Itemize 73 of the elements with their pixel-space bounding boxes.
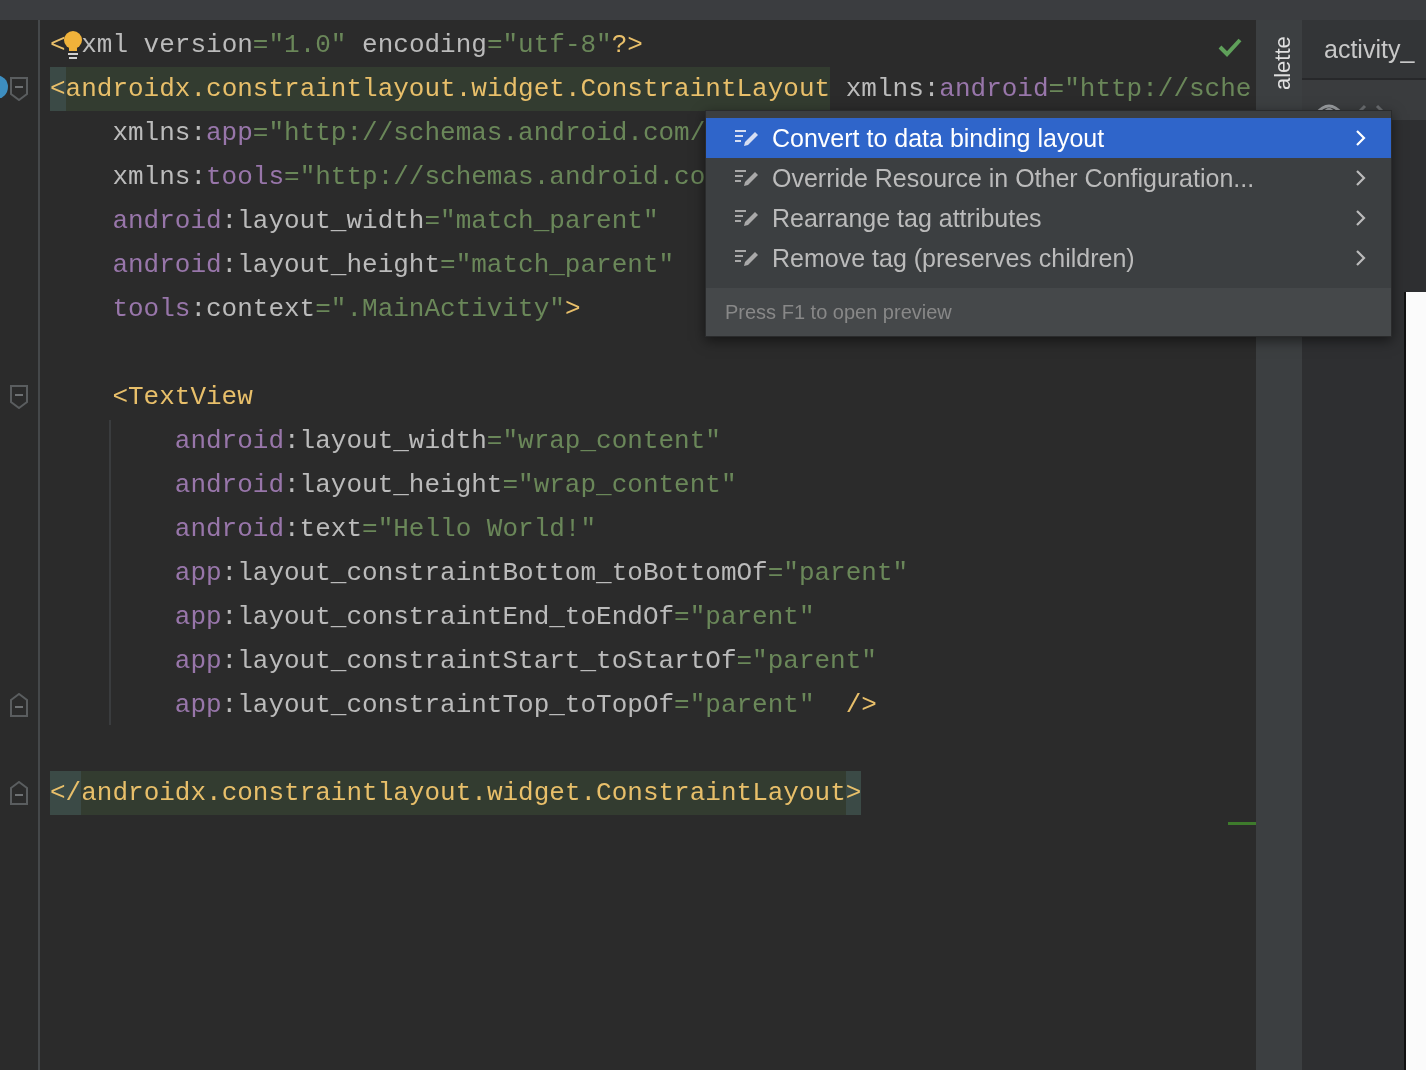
code-token: app [174, 645, 222, 678]
code-token: ="match_parent" [424, 205, 659, 238]
chevron-icon [1355, 129, 1367, 147]
code-token: ="match_parent" [440, 249, 675, 282]
code-token: ="parent" [674, 689, 815, 722]
code-token: ="utf-8" [486, 29, 612, 62]
code-token: xml version [81, 29, 253, 62]
code-token: ="wrap_content" [502, 469, 737, 502]
code-token: </ [50, 771, 82, 815]
code-token: ="wrap_content" [486, 425, 721, 458]
code-token: :layout_height [221, 249, 441, 282]
code-token: :layout_height [284, 469, 503, 502]
fold-icon[interactable] [10, 77, 28, 101]
code-token: ="parent" [736, 645, 877, 678]
chevron-icon [1355, 169, 1367, 187]
code-token: ?> [611, 29, 643, 62]
code-token: xmlns: [112, 161, 206, 194]
code-token: :layout_constraintEnd_toEndOf [221, 601, 675, 634]
code-token: tools [206, 161, 285, 194]
menu-hint: Press F1 to open preview [706, 288, 1391, 336]
check-icon[interactable] [1218, 37, 1242, 57]
code-token: android [174, 425, 284, 458]
code-token: ="http://schemas.android.co [284, 161, 706, 194]
code-token: app [174, 601, 222, 634]
edit-icon [734, 127, 760, 149]
code-token: ="http://sche [1048, 73, 1252, 106]
code-token: :layout_width [284, 425, 487, 458]
chevron-icon [1355, 249, 1367, 267]
code-token: ="parent" [674, 601, 815, 634]
gutter-marker-icon [0, 75, 8, 99]
code-token: /> [844, 689, 877, 722]
fold-icon[interactable] [10, 385, 28, 409]
menu-item[interactable]: Override Resource in Other Configuration... [706, 158, 1391, 198]
code-token: tools [112, 293, 191, 326]
code-token: android [112, 205, 222, 238]
code-token: > [564, 293, 581, 326]
lightbulb-icon[interactable] [63, 30, 84, 60]
code-token: < [50, 67, 66, 111]
code-token: xmlns: [844, 73, 940, 106]
menu-item[interactable]: Rearrange tag attributes [706, 198, 1391, 238]
code-token: android [112, 249, 222, 282]
code-token: app [206, 117, 253, 150]
code-token: :text [284, 513, 363, 546]
code-token: ="1.0" [252, 29, 347, 62]
code-token: android [174, 469, 284, 502]
code-token: :layout_constraintBottom_toBottomOf [221, 557, 768, 590]
code-token: app [174, 557, 222, 590]
code-token: xmlns: [112, 117, 206, 150]
code-token: <TextView [112, 381, 253, 414]
code-token: :layout_width [221, 205, 425, 238]
chevron-icon [1355, 209, 1367, 227]
code-token: encoding [361, 29, 487, 62]
code-token: ="parent" [767, 557, 909, 590]
code-token: ="http://schemas.android.com/ [252, 117, 706, 150]
menu-item[interactable]: Remove tag (preserves children) [706, 238, 1391, 278]
fold-icon[interactable] [10, 693, 28, 717]
code-token: android [174, 513, 284, 546]
code-token: < [50, 29, 66, 62]
code-token: :layout_constraintStart_toStartOf [221, 645, 737, 678]
code-token: :context [190, 293, 316, 326]
menu-item[interactable]: Convert to data binding layout [706, 118, 1391, 158]
code-token: :layout_constraintTop_toTopOf [221, 689, 675, 722]
palette-tab[interactable]: alette [1270, 36, 1295, 90]
code-token: app [174, 689, 222, 722]
code-token: =".MainActivity" [315, 293, 565, 326]
code-token: androidx.constraintlayout.widget.ConstraintLayout [65, 67, 831, 111]
edit-icon [734, 167, 760, 189]
edit-icon [734, 247, 760, 269]
code-token: ="Hello World!" [362, 513, 597, 546]
code-token: android [939, 73, 1049, 106]
code-token: androidx.constraintlayout.widget.ConstraintLayout [81, 771, 846, 815]
fold-icon[interactable] [10, 781, 28, 805]
edit-icon [734, 207, 760, 229]
